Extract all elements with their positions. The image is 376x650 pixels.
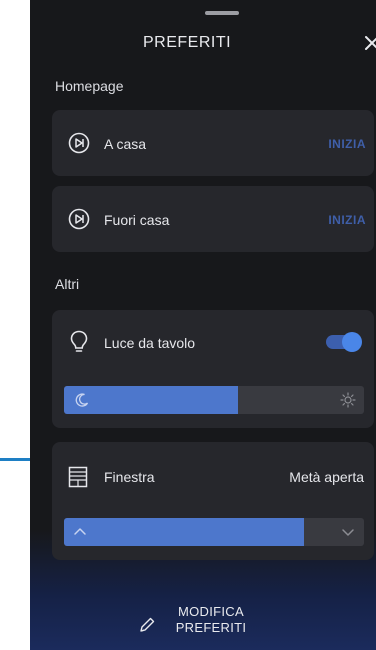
play-circle-icon <box>68 208 90 230</box>
close-icon <box>365 36 376 50</box>
start-button[interactable]: INIZIA <box>328 213 366 227</box>
play-circle-icon <box>68 132 90 154</box>
favorites-sheet: PREFERITI Homepage A casa INIZIA Fuori c… <box>30 0 376 650</box>
chevron-down-icon[interactable] <box>340 524 356 540</box>
start-button[interactable]: INIZIA <box>328 137 366 151</box>
drag-handle[interactable] <box>205 11 239 15</box>
device-card-lamp: Luce da tavolo <box>52 310 374 428</box>
toggle-knob <box>342 332 362 352</box>
lamp-toggle[interactable] <box>326 332 362 352</box>
device-label: Luce da tavolo <box>104 335 196 351</box>
window-icon <box>68 466 88 488</box>
edit-favorites-label: MODIFICA PREFERITI <box>166 604 256 636</box>
sun-icon <box>340 392 356 408</box>
edit-label-line-2: PREFERITI <box>175 620 247 635</box>
window-status: Metà aperta <box>289 469 364 485</box>
favorite-item-fuori-casa[interactable]: Fuori casa INIZIA <box>52 186 374 252</box>
window-position-fill <box>64 518 304 546</box>
edit-favorites-button[interactable]: MODIFICA PREFERITI <box>138 600 298 644</box>
device-card-window: Finestra Metà aperta <box>52 442 374 560</box>
device-label: Finestra <box>104 469 155 485</box>
section-label-others: Altri <box>55 276 80 292</box>
window-position-slider[interactable] <box>64 518 364 546</box>
chevron-up-icon[interactable] <box>72 524 88 540</box>
lightbulb-icon <box>70 330 88 352</box>
section-label-homepage: Homepage <box>55 78 124 94</box>
screen: PREFERITI Homepage A casa INIZIA Fuori c… <box>0 0 376 650</box>
sheet-title: PREFERITI <box>142 34 232 51</box>
pencil-icon <box>140 617 155 632</box>
favorite-item-a-casa[interactable]: A casa INIZIA <box>52 110 374 176</box>
moon-icon <box>75 393 89 407</box>
favorite-item-label: Fuori casa <box>104 212 170 228</box>
close-button[interactable] <box>360 31 376 55</box>
brightness-slider[interactable] <box>64 386 364 414</box>
favorite-item-label: A casa <box>104 136 147 152</box>
brightness-fill <box>64 386 238 414</box>
edit-label-line-1: MODIFICA <box>178 604 244 619</box>
